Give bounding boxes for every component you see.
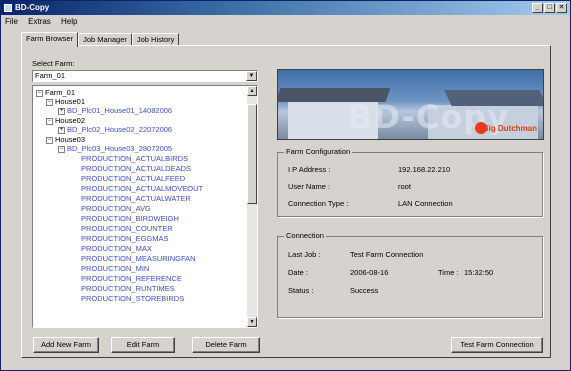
collapse-icon[interactable]: − [46, 117, 53, 125]
collapse-icon[interactable]: − [46, 98, 53, 106]
connection-title: Connection [284, 231, 326, 240]
tree-leaf-table[interactable]: PRODUCTION_COUNTER [81, 224, 173, 233]
time-value: 15:32:50 [464, 268, 494, 277]
last-job-value: Test Farm Connection [350, 250, 424, 259]
tree-node-house03[interactable]: − House03 [46, 135, 85, 144]
tree-leaf-table[interactable]: PRODUCTION_ACTUALFEED [81, 174, 185, 183]
test-connection-button[interactable]: Test Farm Connection [451, 337, 543, 353]
scroll-up-icon[interactable]: ▲ [247, 86, 257, 96]
ip-value: 192.168.22.210 [398, 165, 451, 174]
tree-leaf-table[interactable]: PRODUCTION_ACTUALDEADS [81, 164, 191, 173]
select-farm-label: Select Farm: [32, 59, 75, 68]
tree-scrollbar[interactable]: ▲ ▼ [247, 86, 257, 327]
delete-farm-button[interactable]: Delete Farm [192, 337, 260, 353]
tree-leaf-table[interactable]: PRODUCTION_MIN [81, 264, 149, 273]
menu-file[interactable]: File [1, 15, 22, 28]
farm-configuration-title: Farm Configuration [284, 147, 353, 156]
close-button[interactable]: ✕ [556, 3, 567, 13]
tree-leaf-table[interactable]: PRODUCTION_AVG [81, 204, 151, 213]
menu-extras[interactable]: Extras [24, 15, 55, 28]
username-label: User Name : [288, 182, 331, 191]
collapse-icon[interactable]: − [36, 89, 43, 97]
tab-farm-browser[interactable]: Farm Browser [21, 32, 79, 47]
expand-icon[interactable]: + [58, 107, 65, 115]
tree-leaf-table[interactable]: PRODUCTION_ACTUALMOVEOUT [81, 184, 203, 193]
scroll-thumb[interactable] [247, 104, 257, 204]
tab-strip: Farm Browser Job Manager Job History [21, 32, 180, 47]
tree-leaf-table[interactable]: PRODUCTION_RUNTIMES [81, 284, 175, 293]
window-title: BD-Copy [15, 3, 50, 12]
dropdown-arrow-icon[interactable]: ▼ [246, 71, 257, 81]
connection-type-label: Connection Type : [288, 199, 349, 208]
tree-node-plc03[interactable]: − BD_Plc03_House03_28072005 [58, 144, 172, 153]
add-farm-button[interactable]: Add New Farm [33, 337, 99, 353]
tree-leaf-table[interactable]: PRODUCTION_BIRDWEIGH [81, 214, 179, 223]
tree-node-farm[interactable]: − Farm_01 [36, 88, 75, 97]
banner-brand-text: Big Dutchman [482, 124, 537, 133]
menu-help[interactable]: Help [57, 15, 81, 28]
last-job-label: Last Job : [288, 250, 321, 259]
window-controls: _ □ ✕ [532, 3, 567, 13]
tree-node-plc01[interactable]: + BD_Plc01_House01_14082006 [58, 106, 172, 115]
edit-farm-button[interactable]: Edit Farm [111, 337, 175, 353]
status-value: Success [350, 286, 379, 295]
app-icon [4, 4, 12, 12]
time-label: Time : [438, 268, 459, 277]
connection-group: Connection Last Job : Test Farm Connecti… [277, 231, 543, 318]
tree-node-house01[interactable]: − House01 [46, 97, 85, 106]
maximize-button[interactable]: □ [544, 3, 555, 13]
title-bar[interactable]: BD-Copy _ □ ✕ [1, 1, 570, 15]
expand-icon[interactable]: + [58, 126, 65, 134]
tree-leaf-table[interactable]: PRODUCTION_STOREBIRDS [81, 294, 184, 303]
app-window: BD-Copy _ □ ✕ File Extras Help Farm Brow… [0, 0, 571, 371]
tree-node-plc02[interactable]: + BD_Plc02_House02_22072006 [58, 125, 172, 134]
minimize-button[interactable]: _ [532, 3, 543, 13]
date-value: 2006-08-16 [350, 268, 389, 277]
tree-leaf-table[interactable]: PRODUCTION_ACTUALWATER [81, 194, 191, 203]
farm-select-value: Farm_01 [35, 71, 66, 80]
product-banner: BD-Copy Big Dutchman [277, 69, 544, 140]
tree-leaf-table[interactable]: PRODUCTION_EGGMAS [81, 234, 169, 243]
scroll-down-icon[interactable]: ▼ [247, 317, 257, 327]
collapse-icon[interactable]: − [58, 145, 65, 153]
status-label: Status : [288, 286, 314, 295]
tree-leaf-table[interactable]: PRODUCTION_ACTUALBIRDS [81, 154, 188, 163]
farm-tree[interactable]: − Farm_01 − House01 + BD_Plc01_House01_1408… [32, 85, 258, 328]
collapse-icon[interactable]: − [46, 136, 53, 144]
tree-leaf-table[interactable]: PRODUCTION_REFERENCE [81, 274, 182, 283]
ip-label: I P Address : [288, 165, 331, 174]
farm-select[interactable]: Farm_01 ▼ [32, 70, 258, 82]
username-value: root [398, 182, 411, 191]
farm-browser-panel: Select Farm: Farm_01 ▼ − Farm_01 − House01… [21, 45, 551, 358]
date-label: Date : [288, 268, 309, 277]
tree-leaf-table[interactable]: PRODUCTION_MAX [81, 244, 152, 253]
connection-type-value: LAN Connection [398, 199, 453, 208]
farm-configuration-group: Farm Configuration I P Address : 192.168… [277, 147, 543, 217]
tree-node-house02[interactable]: − House02 [46, 116, 85, 125]
tree-leaf-table[interactable]: PRODUCTION_MEASURINGFAN [81, 254, 196, 263]
menu-bar: File Extras Help [1, 15, 570, 28]
